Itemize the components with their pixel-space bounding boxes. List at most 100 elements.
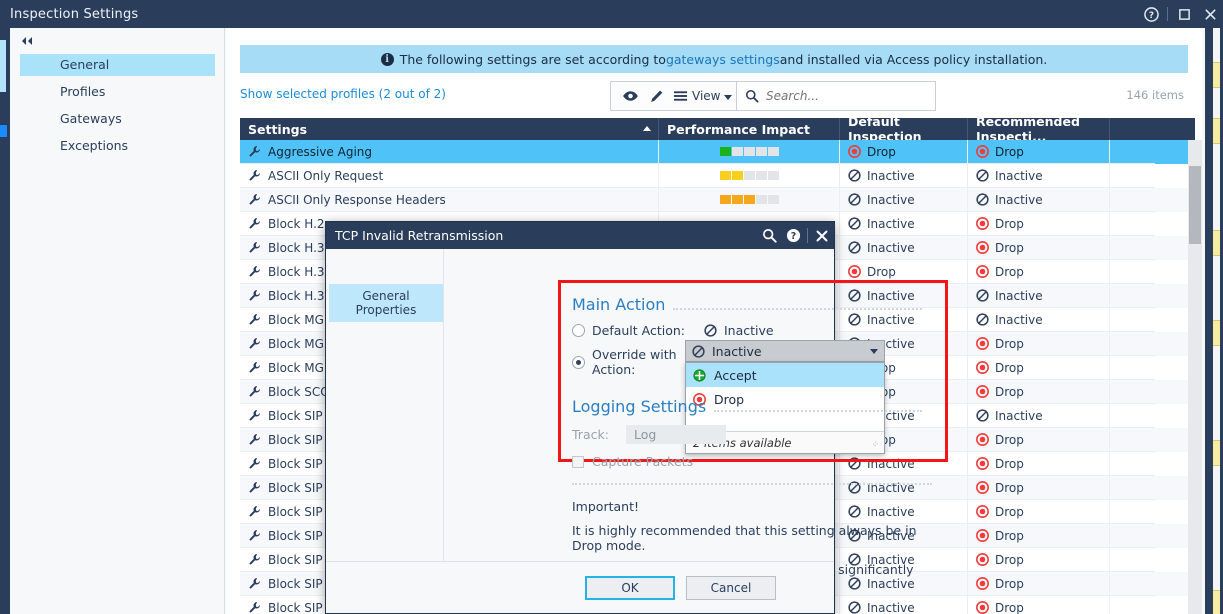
default-action-label: Default Action: <box>592 323 686 338</box>
cell-recommended-inspection: Drop <box>967 356 1109 380</box>
wrench-icon <box>248 217 261 230</box>
help-icon[interactable]: ? <box>1138 0 1164 28</box>
sidebar-item-general[interactable]: General <box>20 54 215 76</box>
drop-icon <box>848 265 861 278</box>
view-dropdown-button[interactable]: View <box>669 89 736 103</box>
recommended-inspection-value: Inactive <box>995 288 1043 303</box>
drop-icon <box>976 505 989 518</box>
dialog-titlebar-divider <box>807 228 808 243</box>
window-title-bar: Inspection Settings ? <box>0 0 1223 28</box>
table-header-row: Settings Performance Impact Default Insp… <box>240 114 1195 144</box>
cell-extra <box>1109 356 1155 380</box>
setting-name: Block SIP <box>268 432 323 447</box>
sidebar-item-exceptions[interactable]: Exceptions <box>20 135 215 157</box>
cell-default-inspection: Drop <box>839 260 967 284</box>
maximize-icon[interactable] <box>1171 0 1197 28</box>
search-box[interactable] <box>736 81 936 111</box>
setting-name: Block H.2 <box>268 216 325 231</box>
cell-extra <box>1109 380 1155 404</box>
drop-icon <box>976 337 989 350</box>
override-action-dropdown[interactable]: Inactive <box>685 340 885 362</box>
setting-name: Block SIP <box>268 480 323 495</box>
cell-setting-name: Aggressive Aging <box>240 140 658 164</box>
table-row[interactable]: Aggressive Aging Drop Drop <box>240 140 1195 164</box>
inactive-icon <box>692 344 705 358</box>
cell-recommended-inspection: Inactive <box>967 404 1109 428</box>
cell-recommended-inspection: Drop <box>967 476 1109 500</box>
wrench-icon <box>248 481 261 494</box>
default-inspection-value: Inactive <box>867 216 915 231</box>
inactive-icon <box>848 601 861 614</box>
default-action-row[interactable]: Default Action: Inactive <box>572 323 922 338</box>
inactive-icon <box>976 169 989 182</box>
column-header-recommended-inspection[interactable]: Recommended Inspecti... <box>967 114 1109 144</box>
background-marker <box>1213 62 1220 88</box>
wrench-icon <box>248 145 261 158</box>
table-vertical-scrollbar[interactable] <box>1188 140 1202 614</box>
table-row[interactable]: ASCII Only Response Headers Inactive Inact… <box>240 188 1195 212</box>
override-action-radio[interactable] <box>572 355 585 369</box>
track-field: Log <box>626 425 726 444</box>
track-row: Track: Log <box>572 425 922 444</box>
show-selected-profiles-link[interactable]: Show selected profiles (2 out of 2) <box>240 87 446 101</box>
dialog-form-area: Main Action Default Action: Inactive Ove… <box>444 249 948 592</box>
tab-general-properties[interactable]: General Properties <box>329 284 443 322</box>
background-window-right-dark <box>1205 28 1213 614</box>
setting-name: Block H.3 <box>268 240 325 255</box>
collapse-sidebar-icon[interactable] <box>18 34 36 48</box>
drop-icon <box>976 553 989 566</box>
sidebar-list: General Profiles Gateways Exceptions <box>20 54 215 162</box>
search-input[interactable] <box>766 89 921 103</box>
column-header-settings[interactable]: Settings <box>240 118 658 140</box>
wrench-icon <box>248 409 261 422</box>
cell-performance-impact <box>658 164 839 188</box>
capture-packets-row: Capture Packets <box>572 454 922 469</box>
close-icon[interactable] <box>1197 0 1223 28</box>
cell-recommended-inspection: Drop <box>967 380 1109 404</box>
cell-extra <box>1109 188 1155 212</box>
background-blue-strip <box>0 40 6 92</box>
track-label: Track: <box>572 427 609 442</box>
column-header-default-inspection[interactable]: Default Inspection <box>839 114 967 144</box>
sidebar-item-gateways[interactable]: Gateways <box>20 108 215 130</box>
dialog-close-icon[interactable] <box>810 222 834 249</box>
edit-pencil-icon[interactable] <box>643 82 669 110</box>
dialog-search-icon[interactable] <box>757 222 781 249</box>
ok-button[interactable]: OK <box>585 575 675 600</box>
setting-name: Block SIP <box>268 456 323 471</box>
gateways-settings-link[interactable]: gateways settings <box>666 52 780 67</box>
recommended-inspection-value: Inactive <box>995 168 1043 183</box>
cell-extra <box>1109 476 1155 500</box>
cell-extra <box>1109 572 1155 596</box>
sidebar: General Profiles Gateways Exceptions <box>10 28 225 614</box>
info-banner-prefix: The following settings are set according… <box>399 51 666 67</box>
cell-recommended-inspection: Drop <box>967 500 1109 524</box>
wrench-icon <box>248 169 261 182</box>
column-header-extra[interactable] <box>1109 118 1155 140</box>
search-icon <box>745 89 759 103</box>
cell-extra <box>1109 164 1155 188</box>
wrench-icon <box>248 553 261 566</box>
cancel-button[interactable]: Cancel <box>686 575 776 600</box>
sidebar-item-profiles[interactable]: Profiles <box>20 81 215 103</box>
dropdown-option-accept[interactable]: Accept <box>686 363 884 387</box>
table-row[interactable]: ASCII Only Request Inactive Inactive <box>240 164 1195 188</box>
setting-name: Block H.3 <box>268 288 325 303</box>
note-title: Important! <box>572 499 639 514</box>
dialog-help-icon[interactable]: ? <box>781 222 805 249</box>
column-header-performance-impact[interactable]: Performance Impact <box>658 118 839 140</box>
setting-name: ASCII Only Request <box>268 168 384 183</box>
drop-icon <box>976 217 989 230</box>
default-action-radio[interactable] <box>572 324 585 337</box>
performance-impact-bar <box>719 195 779 204</box>
recommended-inspection-value: Inactive <box>995 408 1043 423</box>
recommended-inspection-value: Drop <box>995 576 1024 591</box>
background-marker <box>1213 320 1220 346</box>
cell-default-inspection: Inactive <box>839 188 967 212</box>
cell-recommended-inspection: Inactive <box>967 284 1109 308</box>
scrollbar-thumb[interactable] <box>1189 166 1201 244</box>
inactive-icon <box>976 409 989 422</box>
inactive-icon <box>976 193 989 206</box>
eye-icon[interactable] <box>617 82 643 110</box>
dialog-title: TCP Invalid Retransmission <box>335 228 504 243</box>
